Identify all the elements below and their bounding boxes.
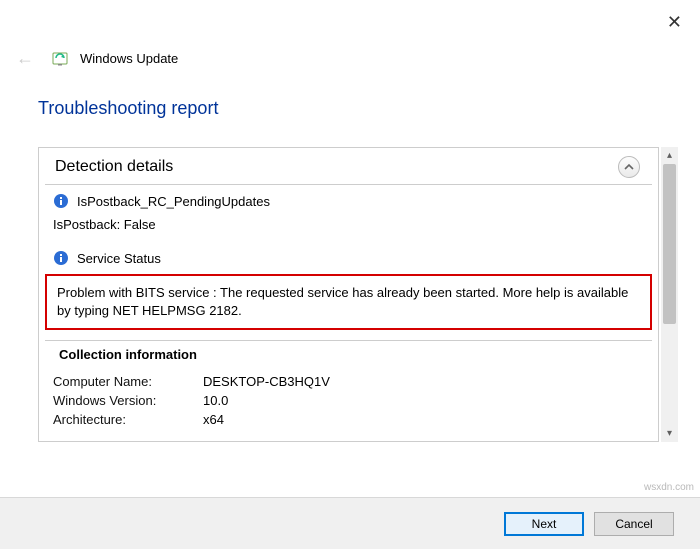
report-panel: Detection details IsPostback_RC_PendingU… — [38, 147, 659, 442]
vertical-scrollbar[interactable]: ▴ ▾ — [661, 147, 678, 442]
problem-highlight: Problem with BITS service : The requeste… — [45, 274, 652, 330]
detection-item-label: Service Status — [77, 251, 161, 266]
detection-item-label: IsPostback_RC_PendingUpdates — [77, 194, 270, 209]
scroll-up-icon[interactable]: ▴ — [661, 147, 678, 164]
detection-details-header: Detection details — [45, 148, 652, 185]
scroll-track[interactable] — [661, 164, 678, 425]
kv-key: Architecture: — [53, 412, 203, 427]
scroll-thumb[interactable] — [663, 164, 676, 324]
kv-val: 10.0 — [203, 393, 644, 408]
page-title: Troubleshooting report — [38, 98, 678, 119]
header-title: Windows Update — [80, 51, 178, 66]
detection-item: IsPostback_RC_PendingUpdates — [39, 185, 658, 213]
collection-info-grid: Computer Name: DESKTOP-CB3HQ1V Windows V… — [39, 368, 658, 441]
kv-key: Windows Version: — [53, 393, 203, 408]
detection-details-label: Detection details — [55, 158, 173, 176]
content-area: Troubleshooting report Detection details… — [38, 98, 678, 442]
next-button[interactable]: Next — [504, 512, 584, 536]
watermark: wsxdn.com — [644, 482, 694, 493]
collection-info-header: Collection information — [45, 340, 652, 368]
collapse-button[interactable] — [618, 156, 640, 178]
table-row: Architecture: x64 — [53, 410, 644, 429]
info-icon — [53, 193, 69, 209]
wizard-header: ← Windows Update — [12, 48, 688, 69]
wizard-footer: Next Cancel — [0, 497, 700, 549]
detection-item-sub: IsPostback: False — [39, 213, 658, 242]
back-arrow-icon: ← — [12, 48, 34, 69]
close-icon[interactable]: ✕ — [667, 12, 682, 33]
kv-key: Computer Name: — [53, 374, 203, 389]
kv-val: DESKTOP-CB3HQ1V — [203, 374, 644, 389]
cancel-button[interactable]: Cancel — [594, 512, 674, 536]
detection-item: Service Status — [39, 242, 658, 270]
scroll-down-icon[interactable]: ▾ — [661, 425, 678, 442]
info-icon — [53, 250, 69, 266]
windows-update-icon — [52, 50, 70, 68]
chevron-up-icon — [624, 162, 634, 172]
kv-val: x64 — [203, 412, 644, 427]
table-row: Windows Version: 10.0 — [53, 391, 644, 410]
table-row: Computer Name: DESKTOP-CB3HQ1V — [53, 372, 644, 391]
